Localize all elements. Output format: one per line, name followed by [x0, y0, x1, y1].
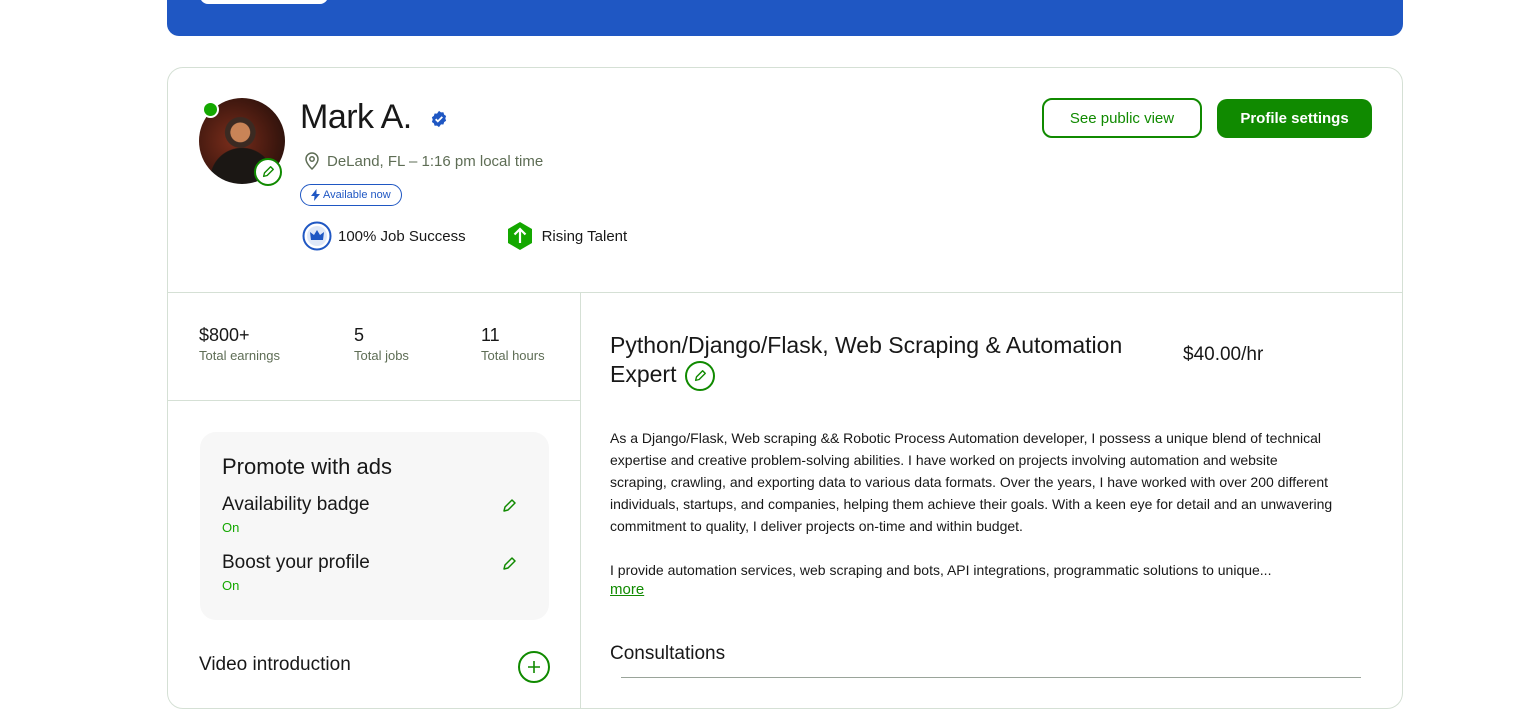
setting-title: Availability badge: [222, 494, 370, 515]
stat-value: 11: [481, 325, 500, 345]
setting-status: On: [222, 578, 240, 593]
profile-settings-button[interactable]: Profile settings: [1217, 99, 1372, 138]
available-now-badge[interactable]: Available now: [300, 184, 402, 206]
setting-title: Boost your profile: [222, 552, 370, 573]
plus-icon: [528, 661, 540, 673]
location: DeLand, FL – 1:16 pm local time: [304, 152, 543, 170]
crown-icon: [302, 221, 332, 251]
overview-paragraph: I provide automation services, web scrap…: [610, 562, 1272, 578]
stat-total-hours: 11 Total hours: [481, 325, 545, 363]
setting-status: On: [222, 520, 240, 535]
rising-talent-label: Rising Talent: [541, 227, 628, 245]
profile-headline: Python/Django/Flask, Web Scraping & Auto…: [610, 331, 1150, 391]
badges: 100% Job Success Rising Talent: [302, 220, 665, 252]
stat-total-earnings: $800+ Total earnings: [199, 325, 280, 363]
pencil-icon[interactable]: [501, 498, 517, 514]
stat-label: Total jobs: [354, 348, 409, 363]
location-text: DeLand, FL – 1:16 pm local time: [327, 152, 544, 170]
promo-title: Promote with ads: [222, 454, 392, 479]
see-public-view-button[interactable]: See public view: [1042, 98, 1202, 138]
lightning-icon: [311, 189, 320, 201]
arrow-up-hexagon-icon: [507, 222, 532, 250]
banner-button[interactable]: [200, 0, 328, 4]
hourly-rate: $40.00/hr: [1183, 344, 1264, 365]
stat-value: 5: [354, 325, 365, 345]
top-banner: [167, 0, 1403, 36]
promote-with-ads-panel: Promote with ads Availability badge On B…: [200, 432, 549, 620]
location-pin-icon: [305, 152, 319, 170]
pencil-icon: [262, 166, 274, 178]
stats-section: $800+ Total earnings 5 Total jobs 11 Tot…: [168, 293, 580, 401]
pencil-icon: [694, 369, 706, 381]
pencil-icon[interactable]: [501, 556, 517, 572]
left-column: $800+ Total earnings 5 Total jobs 11 Tot…: [168, 293, 581, 708]
add-video-button[interactable]: [518, 651, 550, 683]
more-link[interactable]: more: [610, 581, 644, 598]
boost-profile-setting: Boost your profile On: [222, 552, 527, 593]
profile-name: Mark A.: [300, 98, 412, 136]
online-status-dot: [202, 101, 219, 118]
stat-value: $800+: [199, 325, 250, 345]
video-introduction-label: Video introduction: [199, 654, 351, 675]
stat-label: Total earnings: [199, 348, 280, 363]
rising-talent-badge: Rising Talent: [504, 220, 628, 252]
right-column: Python/Django/Flask, Web Scraping & Auto…: [581, 293, 1402, 708]
avatar-edit-button[interactable]: [254, 158, 282, 186]
stat-label: Total hours: [481, 348, 545, 363]
overview-text: As a Django/Flask, Web scraping && Robot…: [610, 427, 1335, 603]
job-success-badge: 100% Job Success: [302, 221, 466, 251]
available-now-label: Available now: [323, 189, 391, 201]
consultations-heading: Consultations: [610, 643, 726, 664]
overview-paragraph: As a Django/Flask, Web scraping && Robot…: [610, 430, 1333, 534]
profile-header: Mark A. DeLand, FL – 1:16 pm local time …: [168, 68, 1402, 293]
job-success-label: 100% Job Success: [338, 227, 466, 245]
stat-total-jobs: 5 Total jobs: [354, 325, 409, 363]
edit-title-button[interactable]: [684, 360, 715, 391]
verified-icon: [431, 110, 447, 128]
profile-card: Mark A. DeLand, FL – 1:16 pm local time …: [167, 67, 1403, 709]
availability-badge-setting: Availability badge On: [222, 494, 527, 535]
